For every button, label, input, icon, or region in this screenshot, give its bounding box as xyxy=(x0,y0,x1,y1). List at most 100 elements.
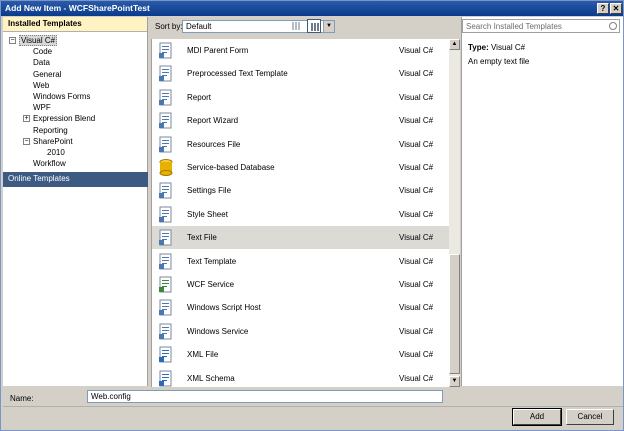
tree-item[interactable]: Workflow xyxy=(33,158,66,169)
item-name: Report xyxy=(187,92,212,102)
list-item[interactable]: Resources File Visual C# xyxy=(152,133,449,156)
scroll-up-icon[interactable]: ▲ xyxy=(449,39,460,50)
collapse-icon[interactable]: − xyxy=(9,37,16,44)
window-title: Add New Item - WCFSharePointTest xyxy=(5,3,150,13)
tree-item[interactable]: − SharePoint xyxy=(23,136,73,147)
expand-icon[interactable]: + xyxy=(23,115,30,123)
script-host-icon xyxy=(158,299,174,316)
item-name: Settings File xyxy=(187,186,232,196)
item-name: XML File xyxy=(187,350,219,360)
item-name: XML Schema xyxy=(187,373,235,383)
sort-value: Default xyxy=(186,22,212,31)
add-new-item-dialog: Add New Item - WCFSharePointTest ? ✕ Ins… xyxy=(0,0,624,431)
resources-icon xyxy=(158,136,174,153)
collapse-icon[interactable]: − xyxy=(23,137,30,145)
divider xyxy=(3,406,623,407)
list-item[interactable]: Report Wizard Visual C# xyxy=(152,109,449,132)
xml-schema-icon xyxy=(158,370,174,387)
tree-item-label: Workflow xyxy=(33,159,66,169)
tree-item-label: Expression Blend xyxy=(33,114,96,124)
tree-item-label: General xyxy=(33,69,62,79)
scroll-down-icon[interactable]: ▼ xyxy=(449,376,460,387)
name-input[interactable]: Web.config xyxy=(87,390,443,403)
tree-item[interactable]: − Visual C# xyxy=(9,35,58,46)
item-name: WCF Service xyxy=(187,280,235,289)
search-placeholder: Search Installed Templates xyxy=(466,22,562,31)
list-item[interactable]: Report Visual C# xyxy=(152,86,449,109)
list-item[interactable]: Preprocessed Text Template Visual C# xyxy=(152,62,449,85)
item-language: Visual C# xyxy=(399,256,434,266)
tree-item-label: 2010 xyxy=(47,148,65,157)
settings-file-icon xyxy=(158,182,174,199)
tree-item[interactable]: 2010 xyxy=(47,147,65,158)
item-language: Visual C# xyxy=(399,233,434,243)
item-name: Text Template xyxy=(187,256,237,266)
item-language: Visual C# xyxy=(399,373,434,383)
list-item[interactable]: Service-based Database Visual C# xyxy=(152,156,449,179)
list-item[interactable]: XML File Visual C# xyxy=(152,343,449,366)
list-item[interactable]: Text File Visual C# xyxy=(152,226,449,250)
item-language: Visual C# xyxy=(399,303,434,313)
wcf-service-icon xyxy=(158,276,174,293)
template-list-scrollbar[interactable]: ▲ ▼ xyxy=(449,39,460,387)
tree-item[interactable]: General xyxy=(33,69,61,80)
report-icon xyxy=(158,89,174,106)
tree-item[interactable]: Web xyxy=(33,80,49,91)
type-label: Type: xyxy=(468,43,489,52)
item-language: Visual C# xyxy=(399,46,434,55)
item-name: Style Sheet xyxy=(187,209,228,219)
tree-item-label: WPF xyxy=(33,103,51,113)
tree-item[interactable]: Code xyxy=(33,46,52,57)
list-item[interactable]: Settings File Visual C# xyxy=(152,179,449,202)
list-item[interactable]: Text Template Visual C# xyxy=(152,250,449,273)
database-icon xyxy=(158,159,174,176)
tree-item[interactable]: Data xyxy=(33,57,50,68)
tree-item-label: Visual C# xyxy=(19,35,58,46)
xml-file-icon xyxy=(158,346,174,363)
search-input[interactable]: Search Installed Templates xyxy=(462,19,620,33)
close-button[interactable]: ✕ xyxy=(610,3,622,14)
tree-item-label: Windows Forms xyxy=(33,92,91,101)
cancel-button[interactable]: Cancel xyxy=(566,409,614,425)
item-language: Visual C# xyxy=(399,92,434,102)
online-templates-item[interactable]: Online Templates xyxy=(3,172,148,187)
list-view-icon[interactable] xyxy=(289,19,303,33)
item-name: Report Wizard xyxy=(187,116,239,126)
name-label: Name: xyxy=(10,394,34,403)
chevron-down-icon[interactable]: ▼ xyxy=(323,21,334,32)
type-value: Visual C# xyxy=(490,43,526,52)
item-language: Visual C# xyxy=(399,326,434,336)
details-view-icon[interactable] xyxy=(307,19,321,33)
item-language: Visual C# xyxy=(399,186,434,196)
template-list: MDI Parent Form Visual C# Preprocessed Tex… xyxy=(151,39,449,387)
windows-service-icon xyxy=(158,323,174,340)
list-item[interactable]: Windows Script Host Visual C# xyxy=(152,296,449,319)
list-item[interactable]: MDI Parent Form Visual C# xyxy=(152,39,449,62)
item-name: Preprocessed Text Template xyxy=(187,69,288,79)
form-icon xyxy=(158,42,174,59)
scrollbar-thumb[interactable] xyxy=(449,254,460,374)
tree-item[interactable]: Reporting xyxy=(33,125,68,136)
help-button[interactable]: ? xyxy=(597,3,609,14)
text-file-icon xyxy=(158,229,174,246)
tree-item[interactable]: Windows Forms xyxy=(33,91,90,102)
template-icon xyxy=(158,65,174,82)
list-item[interactable]: WCF Service Visual C# xyxy=(152,273,449,296)
item-language: Visual C# xyxy=(399,139,434,149)
item-language: Visual C# xyxy=(399,209,434,219)
item-language: Visual C# xyxy=(399,116,434,126)
add-button[interactable]: Add xyxy=(512,408,562,426)
report-wizard-icon xyxy=(158,112,174,129)
list-item[interactable]: Windows Service Visual C# xyxy=(152,320,449,343)
list-item[interactable]: Style Sheet Visual C# xyxy=(152,203,449,226)
stylesheet-icon xyxy=(158,206,174,223)
item-language: Visual C# xyxy=(399,69,434,79)
title-bar: Add New Item - WCFSharePointTest ? ✕ xyxy=(1,1,623,16)
list-item[interactable]: XML Schema Visual C# xyxy=(152,367,449,387)
tree-item-label: Data xyxy=(33,58,50,68)
tree-item[interactable]: + Expression Blend xyxy=(23,113,96,124)
search-icon[interactable] xyxy=(609,22,617,30)
tree-item[interactable]: WPF xyxy=(33,102,51,113)
item-language: Visual C# xyxy=(399,350,434,360)
type-row: Type: Visual C# xyxy=(468,43,525,52)
